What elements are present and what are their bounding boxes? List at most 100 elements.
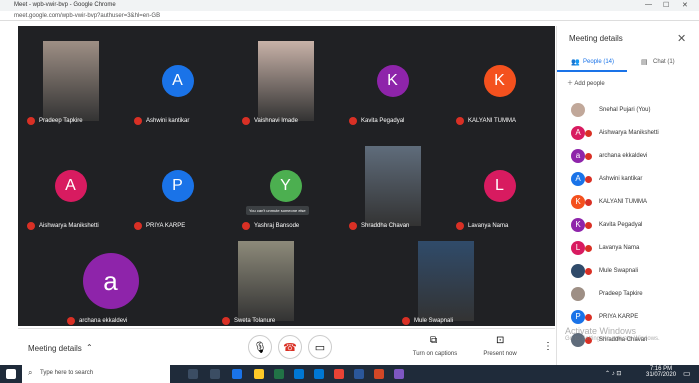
word-icon[interactable] — [354, 369, 364, 379]
people-list-item[interactable]: A Ashwini kantikar — [557, 167, 697, 190]
participant-tile[interactable]: A Ashwini kantikar — [130, 51, 225, 125]
participant-tile[interactable]: Mule Swapnali — [398, 241, 493, 325]
tab-people[interactable]: 👥 People (14) — [557, 54, 627, 72]
turn-on-captions-label[interactable]: Turn on captions — [405, 351, 465, 357]
participant-name: Mule Swapnali — [414, 318, 454, 324]
participant-tile[interactable]: K KALYANI TUMMA — [452, 51, 547, 125]
participant-tile[interactable]: Shraddha Chavan — [345, 146, 440, 230]
people-list-item[interactable]: Mule Swapnali — [557, 259, 697, 282]
close-panel-icon[interactable]: ✕ — [677, 32, 686, 45]
participant-video — [42, 41, 99, 121]
meeting-details-toggle[interactable]: Meeting details — [28, 344, 82, 353]
person-avatar: K — [571, 217, 585, 232]
search-placeholder[interactable]: Type here to search — [40, 370, 93, 376]
participant-avatar: K — [376, 65, 409, 97]
tab-chat[interactable]: ▤ Chat (1) — [627, 54, 697, 72]
mic-muted-icon — [222, 317, 230, 325]
mic-muted-icon — [349, 222, 357, 230]
people-list-item[interactable]: Pradeep Tapkire — [557, 282, 697, 305]
close-window-icon[interactable]: ✕ — [682, 1, 688, 9]
windows-start-icon[interactable] — [6, 369, 16, 379]
address-bar[interactable]: meet.google.com/wpb-vwir-bvp?authuser=3&… — [0, 11, 699, 21]
notifications-icon[interactable]: ▭ — [683, 369, 691, 378]
people-list-item[interactable]: P PRIYA KARPE — [557, 305, 697, 328]
taskbar-search[interactable]: ⌕ Type here to search — [22, 365, 170, 383]
app-icon[interactable] — [394, 369, 404, 379]
mic-muted-icon — [242, 222, 250, 230]
edge-icon[interactable] — [232, 369, 242, 379]
present-icon[interactable]: ⊡ — [496, 335, 504, 346]
camera-button[interactable]: ▭ — [308, 335, 332, 359]
mic-muted-icon — [134, 222, 142, 230]
participant-name: Lavanya Nama — [468, 223, 509, 229]
participant-namebar: Ashwini kantikar — [134, 117, 189, 125]
participant-tile[interactable]: a archana ekkaldevi — [63, 251, 158, 325]
people-list-item[interactable]: Snehal Pujari (You) — [557, 98, 697, 121]
person-avatar: a — [571, 148, 585, 163]
participant-name: Sweta Tolanure — [234, 318, 276, 324]
participant-namebar: Vaishnavi Imade — [242, 117, 298, 125]
cortana-icon[interactable] — [188, 369, 198, 379]
windows-taskbar: ⌕ Type here to search ⌃ ♪ ⊡ 7:16 PM 31/0… — [0, 365, 699, 383]
mic-muted-icon — [585, 222, 592, 229]
task-view-icon[interactable] — [210, 369, 220, 379]
participant-tile[interactable]: P PRIYA KARPE — [130, 156, 225, 230]
powerpoint-icon[interactable] — [374, 369, 384, 379]
clock[interactable]: 7:16 PM 31/07/2020 — [646, 366, 676, 378]
chrome-icon[interactable] — [334, 369, 344, 379]
people-list: Snehal Pujari (You) A Aishwarya Manikshett… — [557, 98, 697, 351]
participant-tile[interactable]: Vaishnavi Imade — [238, 41, 333, 125]
participant-namebar: Yashraj Bansode — [242, 222, 299, 230]
participant-tile[interactable]: Sweta Tolanure — [218, 241, 313, 325]
maximize-icon[interactable]: ☐ — [663, 1, 669, 9]
participant-video — [257, 41, 314, 121]
person-avatar: A — [571, 125, 585, 140]
participant-tile[interactable]: K Kavita Pegadyal — [345, 51, 440, 125]
participant-name: Pradeep Tapkire — [39, 118, 83, 124]
participant-avatar: P — [161, 170, 194, 202]
present-now-label[interactable]: Present now — [470, 351, 530, 357]
captions-icon[interactable]: ⧉ — [430, 335, 437, 346]
chevron-up-icon[interactable]: ⌃ — [86, 343, 93, 352]
person-name: KALYANI TUMMA — [599, 198, 648, 205]
participant-tile[interactable]: Y You can't unmute someone else Yashraj Ba… — [238, 156, 333, 230]
participant-namebar: Shraddha Chavan — [349, 222, 409, 230]
mail-icon[interactable] — [314, 369, 324, 379]
person-avatar: P — [571, 309, 585, 324]
participant-tile[interactable]: A Aishwarya Manikshetti — [23, 156, 118, 230]
participant-tile[interactable]: L Lavanya Nama — [452, 156, 547, 230]
system-tray-icons[interactable]: ⌃ ♪ ⊡ — [605, 370, 621, 377]
microphone-button[interactable]: 🎙 — [248, 335, 272, 359]
panel-title: Meeting details — [569, 34, 623, 43]
people-list-item[interactable]: K Kavita Pegadyal — [557, 213, 697, 236]
people-list-item[interactable]: K KALYANI TUMMA — [557, 190, 697, 213]
people-list-item[interactable]: L Lavanya Nama — [557, 236, 697, 259]
url-text[interactable]: meet.google.com/wpb-vwir-bvp?authuser=3&… — [14, 13, 160, 19]
person-name: Mule Swapnali — [599, 267, 639, 274]
people-list-item[interactable]: a archana ekkaldevi — [557, 144, 697, 167]
add-people-label: Add people — [574, 81, 605, 87]
participant-tile[interactable]: Pradeep Tapkire — [23, 41, 118, 125]
participant-name: Kavita Pegadyal — [361, 118, 405, 124]
participant-video — [237, 241, 294, 321]
file-explorer-icon[interactable] — [254, 369, 264, 379]
people-list-item[interactable]: A Aishwarya Manikshetti — [557, 121, 697, 144]
store-icon[interactable] — [294, 369, 304, 379]
person-avatar — [571, 286, 585, 301]
video-grid: Pradeep Tapkire A Ashwini kantikar Vaishnav… — [18, 26, 555, 326]
participant-namebar: KALYANI TUMMA — [456, 117, 516, 125]
more-options-icon[interactable]: ⋮ — [543, 341, 553, 352]
participant-avatar: Y — [269, 170, 302, 202]
participant-avatar: A — [54, 170, 87, 202]
person-name: Kavita Pegadyal — [599, 221, 643, 228]
participant-avatar: K — [483, 65, 516, 97]
window-title: Meet - wpb-vwir-bvp - Google Chrome — [14, 2, 116, 8]
leave-call-button[interactable]: ☎ — [278, 335, 302, 359]
tab-people-label: People (14) — [583, 59, 615, 65]
minimize-icon[interactable]: — — [645, 1, 652, 8]
participant-namebar: archana ekkaldevi — [67, 317, 127, 325]
participant-avatar: L — [483, 170, 516, 202]
excel-icon[interactable] — [274, 369, 284, 379]
add-people-button[interactable]: ＋ Add people — [567, 78, 605, 87]
phone-hangup-icon: ☎ — [283, 341, 297, 354]
